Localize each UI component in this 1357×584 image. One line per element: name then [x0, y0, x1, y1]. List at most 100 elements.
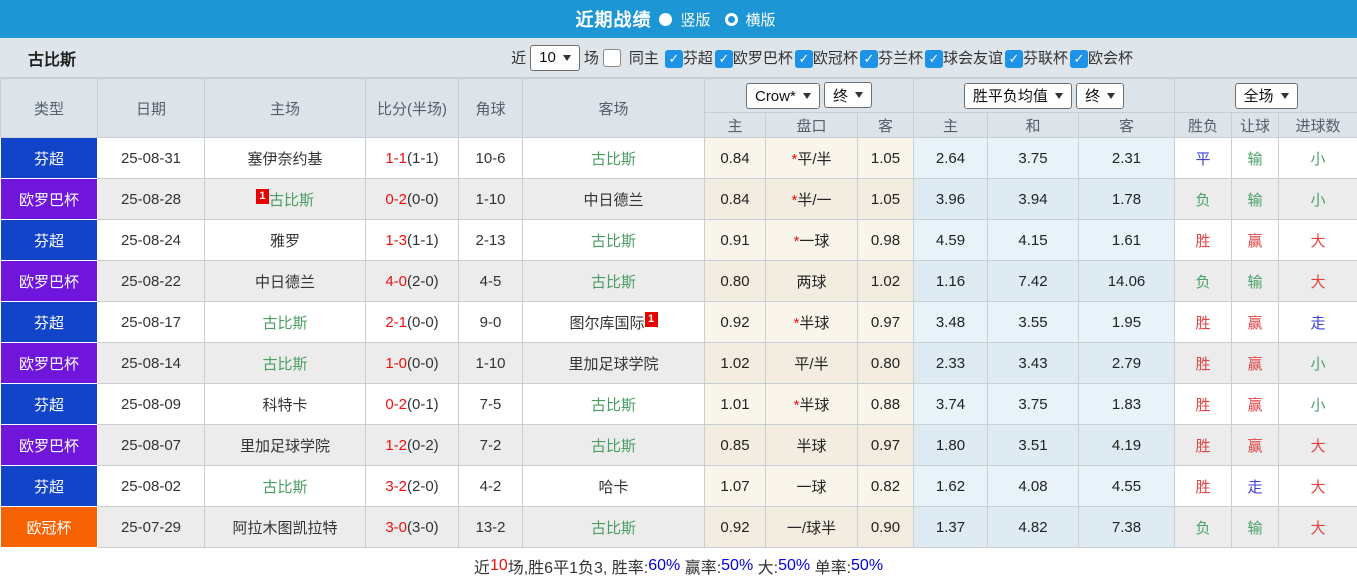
home-team: 里加足球学院 [204, 424, 366, 466]
handicap-cell: 平/半 [765, 342, 858, 384]
full-match-select-value: 全场 [1243, 88, 1274, 105]
league-label-6[interactable]: 欧会杯 [1088, 50, 1133, 67]
result-wdl: 平 [1174, 137, 1232, 179]
filter-controls: 近 10 场 同主 ✓ 芬超 ✓ 欧罗巴杯 ✓ 欧冠杯 ✓ 芬兰杯 ✓ 球会友谊 ✓ 芬联杯 ✓ 欧会杯 [511, 44, 1135, 71]
corner-cell: 2-13 [458, 219, 523, 261]
home-team: 雅罗 [204, 219, 366, 261]
score-fulltime: 1-0 [385, 354, 407, 372]
sub-header-3: 主 [913, 112, 988, 138]
league-checkbox-1[interactable]: ✓ [714, 50, 733, 68]
handicap-text: 平/半 [797, 150, 832, 168]
match-date: 25-08-07 [97, 424, 205, 466]
rank-badge: 1 [255, 188, 269, 204]
header-home: 主场 [204, 78, 366, 138]
league-label-2[interactable]: 欧冠杯 [813, 50, 858, 67]
score-fulltime: 4-0 [385, 272, 407, 290]
match-count-select[interactable]: 10 [530, 44, 580, 71]
league-checkbox-4[interactable]: ✓ [924, 50, 943, 68]
avg-home: 4.59 [913, 219, 988, 261]
score-fulltime: 3-2 [385, 477, 407, 495]
score-halftime: (0-0) [407, 354, 439, 372]
league-label-3[interactable]: 芬兰杯 [878, 50, 923, 67]
home-team-name: 古比斯 [262, 478, 308, 496]
bookmaker-select[interactable]: Crow* [745, 83, 820, 109]
wdl-average-select[interactable]: 胜平负均值 [963, 82, 1072, 109]
vertical-layout-radio[interactable] [659, 12, 673, 26]
odds-time-select[interactable]: 终 [824, 82, 873, 108]
away-team-name: 古比斯 [590, 396, 636, 414]
scope-select-group: 全场 [1173, 78, 1357, 113]
home-team: 古比斯 [204, 342, 366, 384]
horizontal-layout-label[interactable]: 横版 [746, 9, 776, 30]
score-halftime: (2-0) [407, 477, 439, 495]
horizontal-layout-radio[interactable] [724, 12, 738, 26]
league-label-5[interactable]: 芬联杯 [1023, 50, 1068, 67]
summary-part-7: 50% [778, 557, 811, 574]
away-team: 里加足球学院 [522, 342, 705, 384]
results-table: 类型 日期 主场 比分(半场) 角球 客场 Crow* 终 胜平负均值 终 全场… [0, 78, 1357, 548]
match-date: 25-08-09 [97, 383, 205, 425]
home-team-name: 古比斯 [262, 314, 308, 332]
competition-badge: 芬超 [0, 219, 98, 261]
home-team: 中日德兰 [204, 260, 366, 302]
summary-part-4: 赢率: [680, 560, 722, 577]
corner-cell: 7-5 [458, 383, 523, 425]
home-team: 古比斯 [204, 301, 366, 343]
result-handicap: 输 [1231, 178, 1279, 220]
score-fulltime: 0-2 [385, 395, 407, 413]
result-goals: 走 [1277, 301, 1357, 343]
match-date: 25-08-17 [97, 301, 205, 343]
score-fulltime: 0-2 [385, 190, 407, 208]
score-fulltime: 1-3 [385, 231, 407, 249]
handicap-text: 一球 [796, 478, 827, 496]
avg-away: 2.31 [1078, 137, 1175, 179]
avg-draw: 4.15 [987, 219, 1079, 261]
table-row: 欧罗巴杯 25-08-28 1 古比斯 0-2(0-0) 1-10 中日德兰 0.84 *半/一… [0, 178, 1357, 220]
summary-part-5: 50% [721, 557, 754, 574]
sub-header-0: 主 [704, 112, 766, 138]
avg-time-select[interactable]: 终 [1076, 82, 1125, 109]
chevron-down-icon [1107, 92, 1116, 99]
odds-home: 0.92 [704, 506, 766, 548]
away-team: 中日德兰 [522, 178, 705, 220]
avg-away: 4.55 [1078, 465, 1175, 507]
league-label-4[interactable]: 球会友谊 [943, 50, 1003, 67]
sub-header-5: 客 [1078, 112, 1175, 138]
result-handicap: 赢 [1231, 301, 1279, 343]
competition-badge: 欧罗巴杯 [0, 424, 98, 466]
table-row: 欧罗巴杯 25-08-14 古比斯 1-0(0-0) 1-10 里加足球学院 1.02 平/半… [0, 342, 1357, 384]
score-halftime: (0-0) [407, 190, 439, 208]
away-team-name: 古比斯 [590, 150, 636, 168]
league-checkbox-3[interactable]: ✓ [859, 50, 878, 68]
sub-header-7: 让球 [1231, 112, 1279, 138]
handicap-text: 一球 [799, 232, 830, 250]
home-team-name: 里加足球学院 [239, 437, 330, 455]
same-home-checkbox[interactable] [602, 48, 621, 67]
score-cell: 3-2(2-0) [365, 465, 459, 507]
handicap-cell: 一球 [765, 465, 858, 507]
odds-home: 1.02 [704, 342, 766, 384]
odds-home: 0.80 [704, 260, 766, 302]
league-checkbox-0[interactable]: ✓ [664, 50, 683, 68]
league-checkbox-5[interactable]: ✓ [1004, 50, 1023, 68]
avg-draw: 3.43 [987, 342, 1079, 384]
table-row: 芬超 25-08-02 古比斯 3-2(2-0) 4-2 哈卡 1.07 一球 0.82 1.62… [0, 465, 1357, 507]
full-match-select[interactable]: 全场 [1234, 82, 1298, 109]
away-team-name: 中日德兰 [583, 191, 644, 209]
league-label-1[interactable]: 欧罗巴杯 [733, 50, 793, 67]
handicap-cell: *半球 [765, 301, 858, 343]
avg-draw: 4.08 [987, 465, 1079, 507]
same-home-label[interactable]: 同主 [629, 47, 659, 68]
rank-badge: 1 [644, 311, 658, 327]
vertical-layout-label[interactable]: 竖版 [680, 9, 710, 30]
league-checkbox-2[interactable]: ✓ [794, 50, 813, 68]
avg-time-select-value: 终 [1085, 88, 1101, 105]
wdl-average-select-value: 胜平负均值 [972, 88, 1048, 105]
league-checkbox-6[interactable]: ✓ [1069, 50, 1088, 68]
away-team-name: 古比斯 [590, 519, 636, 537]
league-label-0[interactable]: 芬超 [683, 50, 713, 67]
result-handicap: 赢 [1231, 383, 1279, 425]
score-cell: 4-0(2-0) [365, 260, 459, 302]
handicap-cell: 一/球半 [765, 506, 858, 548]
match-date: 25-08-28 [97, 178, 205, 220]
